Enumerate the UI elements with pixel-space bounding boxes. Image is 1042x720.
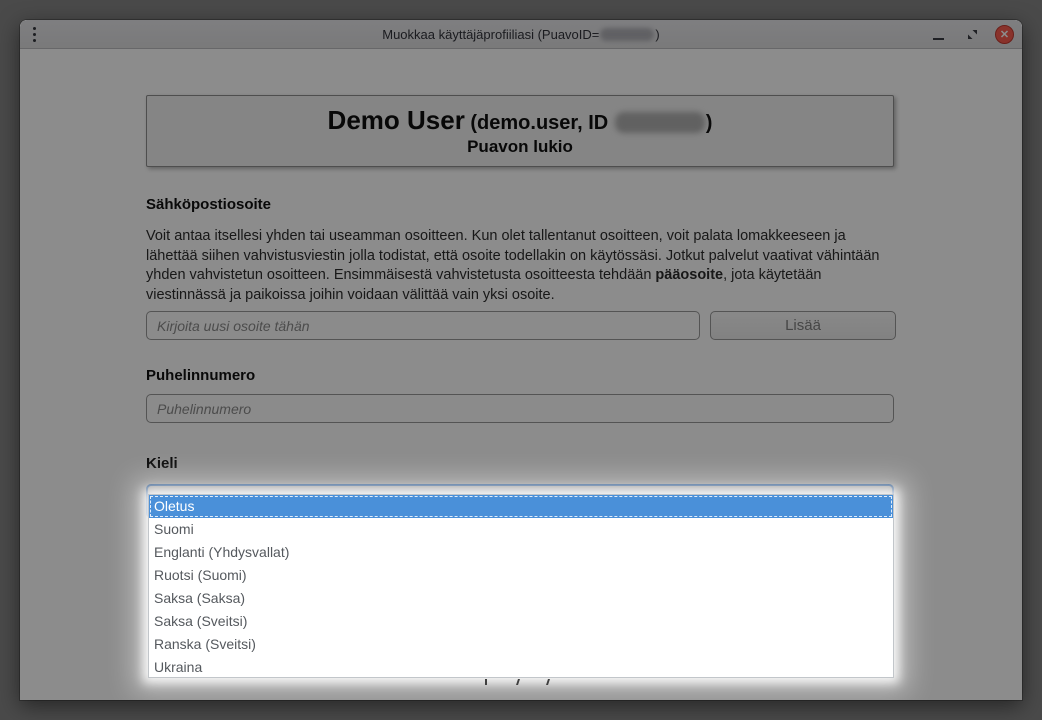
- dropdown-option-suomi[interactable]: Suomi: [149, 518, 893, 541]
- dropdown-option-saksa-sveitsi[interactable]: Saksa (Sveitsi): [149, 610, 893, 633]
- dialog-window: Muokkaa käyttäjäprofiiliasi (PuavoID=) ✕…: [20, 20, 1022, 700]
- dropdown-option-englanti[interactable]: Englanti (Yhdysvallat): [149, 541, 893, 564]
- obscured-text-fragment: [485, 679, 487, 685]
- dropdown-option-ukraina[interactable]: Ukraina: [149, 656, 893, 679]
- language-dropdown-popup: Oletus Suomi Englanti (Yhdysvallat) Ruot…: [148, 494, 894, 678]
- dropdown-option-ranska-sveitsi[interactable]: Ranska (Sveitsi): [149, 633, 893, 656]
- dropdown-option-saksa-saksa[interactable]: Saksa (Saksa): [149, 587, 893, 610]
- dropdown-option-ruotsi[interactable]: Ruotsi (Suomi): [149, 564, 893, 587]
- dropdown-option-oletus[interactable]: Oletus: [149, 495, 893, 518]
